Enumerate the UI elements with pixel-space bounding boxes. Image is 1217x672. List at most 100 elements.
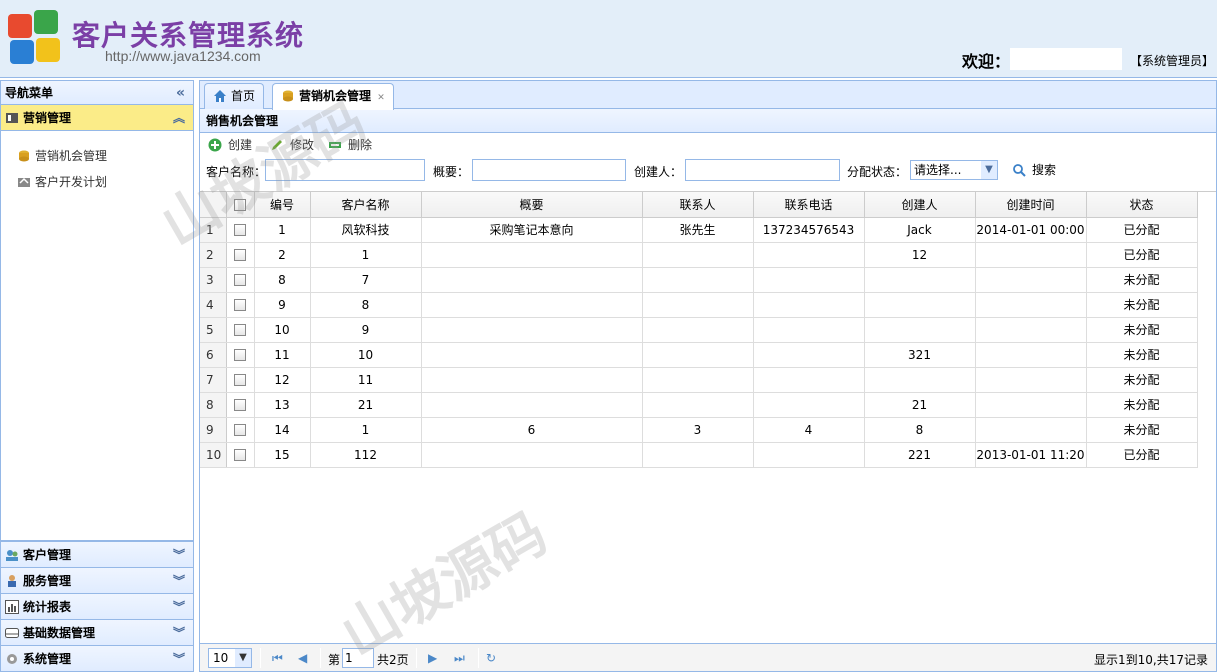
sidebar-item-dev-plan[interactable]: 客户开发计划 — [1, 169, 193, 195]
column-header[interactable]: 联系人 — [642, 192, 754, 218]
row-checkbox[interactable] — [234, 224, 246, 236]
table-cell: 8 — [310, 292, 422, 318]
table-row[interactable]: 1 1 风软科技 采购笔记本意向 张先生 137234576543 Jack 2014-01-… — [200, 217, 1198, 243]
summary-label: 概要： — [433, 165, 470, 179]
summary-input[interactable] — [472, 159, 626, 181]
table-row[interactable]: 7 12 11 未分配 — [200, 367, 1198, 393]
row-number: 1 — [200, 217, 227, 243]
create-label: 创建 — [228, 138, 253, 152]
row-number: 10 — [200, 442, 227, 468]
row-select-cell[interactable] — [226, 317, 255, 343]
table-row[interactable]: 2 2 1 12 已分配 — [200, 242, 1198, 268]
delete-button[interactable]: 删除 — [328, 137, 372, 153]
row-number: 2 — [200, 242, 227, 268]
page-size-select[interactable]: 10 ▼ — [208, 648, 252, 668]
table-row[interactable]: 10 15 112 221 2013-01-01 11:20 已分配 — [200, 442, 1198, 468]
row-number: 7 — [200, 367, 227, 393]
sidebar-section-basedata[interactable]: 基础数据管理 ︾ — [1, 619, 193, 645]
next-page-icon[interactable]: ▶ — [428, 650, 437, 666]
select-all-checkbox[interactable] — [234, 198, 246, 211]
row-checkbox[interactable] — [234, 249, 246, 261]
chevron-down-icon[interactable]: ︾ — [173, 568, 185, 594]
table-cell: 137234576543 — [753, 217, 865, 243]
table-cell: 10 — [310, 342, 422, 368]
status-label: 分配状态： — [847, 165, 908, 179]
row-select-cell[interactable] — [226, 392, 255, 418]
sidebar-item-opportunity[interactable]: 营销机会管理 — [1, 143, 193, 169]
close-tab-icon[interactable]: ✕ — [377, 93, 385, 103]
row-select-cell[interactable] — [226, 342, 255, 368]
table-cell — [421, 367, 643, 393]
row-checkbox[interactable] — [234, 324, 246, 336]
customer-name-input[interactable] — [265, 159, 425, 181]
table-cell — [975, 292, 1087, 318]
chevron-up-icon[interactable]: ︽ — [173, 105, 185, 131]
tab-label: 首页 — [231, 89, 256, 103]
row-select-cell[interactable] — [226, 367, 255, 393]
page-number-input[interactable]: 1 — [342, 648, 374, 668]
table-row[interactable]: 6 11 10 321 未分配 — [200, 342, 1198, 368]
row-checkbox[interactable] — [234, 349, 246, 361]
chart-icon — [5, 600, 19, 614]
sidebar-section-reports[interactable]: 统计报表 ︾ — [1, 593, 193, 619]
table-cell — [864, 267, 976, 293]
table-cell: 21 — [864, 392, 976, 418]
table-cell — [975, 267, 1087, 293]
creator-input[interactable] — [685, 159, 840, 181]
row-checkbox[interactable] — [234, 299, 246, 311]
row-checkbox[interactable] — [234, 374, 246, 386]
sidebar-section-system[interactable]: 系统管理 ︾ — [1, 645, 193, 671]
chevron-down-icon[interactable]: ▼ — [235, 649, 251, 667]
table-row[interactable]: 4 9 8 未分配 — [200, 292, 1198, 318]
sidebar-section-marketing[interactable]: 营销管理 ︽ — [1, 105, 193, 131]
table-cell — [642, 242, 754, 268]
search-button[interactable]: 搜索 — [1012, 163, 1056, 177]
table-row[interactable]: 8 13 21 21 未分配 — [200, 392, 1198, 418]
table-row[interactable]: 9 14 1 6 3 4 8 未分配 — [200, 417, 1198, 443]
collapse-sidebar-icon[interactable]: « — [176, 81, 185, 105]
column-header[interactable]: 编号 — [254, 192, 311, 218]
row-select-cell[interactable] — [226, 267, 255, 293]
table-cell: 8 — [254, 267, 311, 293]
chevron-down-icon[interactable]: ︾ — [173, 594, 185, 620]
row-select-cell[interactable] — [226, 292, 255, 318]
create-button[interactable]: 创建 — [208, 137, 252, 153]
table-row[interactable]: 5 10 9 未分配 — [200, 317, 1198, 343]
row-checkbox[interactable] — [234, 449, 246, 461]
edit-button[interactable]: 修改 — [270, 137, 314, 153]
column-header[interactable]: 联系电话 — [753, 192, 865, 218]
select-all-header[interactable] — [226, 192, 255, 218]
panel-title: 销售机会管理 — [200, 109, 1216, 133]
row-checkbox[interactable] — [234, 424, 246, 436]
table-cell: 3 — [642, 417, 754, 443]
status-select[interactable]: 请选择... ▼ — [910, 160, 998, 180]
row-select-cell[interactable] — [226, 417, 255, 443]
table-row[interactable]: 3 8 7 未分配 — [200, 267, 1198, 293]
row-select-cell[interactable] — [226, 442, 255, 468]
column-header[interactable]: 创建人 — [864, 192, 976, 218]
sidebar-section-service[interactable]: 服务管理 ︾ — [1, 567, 193, 593]
table-cell — [753, 367, 865, 393]
refresh-icon[interactable]: ↻ — [486, 650, 496, 666]
last-page-icon[interactable]: ⏭ — [454, 650, 465, 666]
row-select-cell[interactable] — [226, 217, 255, 243]
first-page-icon[interactable]: ⏮ — [272, 650, 283, 666]
sidebar-section-customers[interactable]: 客户管理 ︾ — [1, 541, 193, 567]
tab-home[interactable]: 首页 — [204, 83, 265, 109]
column-header[interactable]: 状态 — [1086, 192, 1198, 218]
column-header[interactable]: 概要 — [421, 192, 643, 218]
chevron-down-icon[interactable]: ︾ — [173, 646, 185, 672]
prev-page-icon[interactable]: ◀ — [298, 650, 307, 666]
row-checkbox[interactable] — [234, 399, 246, 411]
tab-opportunity[interactable]: 营销机会管理 ✕ — [272, 83, 394, 110]
row-number: 5 — [200, 317, 227, 343]
row-checkbox[interactable] — [234, 274, 246, 286]
column-header[interactable]: 创建时间 — [975, 192, 1087, 218]
sidebar-section-label: 服务管理 — [23, 574, 72, 588]
column-header[interactable]: 客户名称 — [310, 192, 422, 218]
row-select-cell[interactable] — [226, 242, 255, 268]
chevron-down-icon[interactable]: ︾ — [173, 620, 185, 646]
chevron-down-icon[interactable]: ▼ — [981, 161, 997, 179]
table-cell: 11 — [310, 367, 422, 393]
chevron-down-icon[interactable]: ︾ — [173, 542, 185, 568]
